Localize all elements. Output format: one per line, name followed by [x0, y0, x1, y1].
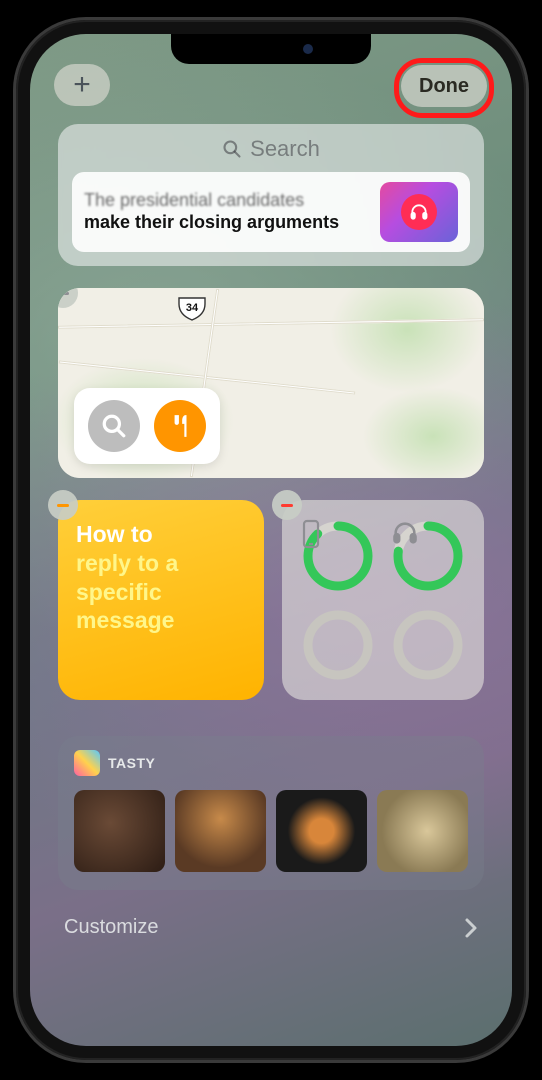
news-headline: The presidential candidates make their c…	[84, 190, 370, 233]
search-icon	[222, 139, 242, 159]
remove-widget-button[interactable]	[48, 490, 78, 520]
fork-knife-icon	[167, 413, 193, 439]
recipe-thumbnail[interactable]	[276, 790, 367, 872]
done-button-highlight: Done	[394, 58, 494, 118]
news-line2: make their closing arguments	[84, 212, 370, 234]
customize-label: Customize	[64, 916, 158, 939]
tasty-title: TASTY	[108, 755, 155, 771]
search-placeholder: Search	[250, 136, 320, 162]
news-thumbnail	[380, 182, 458, 242]
news-widget[interactable]: The presidential candidates make their c…	[72, 172, 470, 252]
done-button-label: Done	[419, 75, 469, 98]
screen: + Done Search The presid	[30, 34, 512, 1046]
minus-icon	[57, 504, 69, 507]
tasty-header: TASTY	[74, 750, 468, 776]
content-area: Search The presidential candidates make …	[30, 124, 512, 1046]
search-icon	[101, 413, 127, 439]
battery-ring-phone	[301, 519, 375, 593]
notes-widget[interactable]: How to reply to a specific message	[58, 500, 264, 700]
widget-row: How to reply to a specific message	[58, 500, 484, 700]
recipe-thumbnail[interactable]	[74, 790, 165, 872]
phone-icon	[301, 519, 375, 593]
notes-text-line: How to	[76, 520, 246, 549]
battery-ring-headphones	[391, 519, 465, 593]
notes-text-line: specific	[76, 578, 246, 607]
battery-ring-empty	[391, 608, 465, 682]
recipe-thumbnail[interactable]	[377, 790, 468, 872]
tasty-logo-icon	[74, 750, 100, 776]
batteries-widget[interactable]	[282, 500, 484, 700]
route-shield-icon: 34	[177, 296, 207, 322]
headphones-icon	[391, 519, 465, 593]
notch	[171, 34, 371, 64]
search-card: Search The presidential candidates make …	[58, 124, 484, 266]
plus-icon: +	[73, 68, 91, 102]
top-bar: + Done	[30, 64, 512, 118]
recipe-thumbnail[interactable]	[175, 790, 266, 872]
device-frame: + Done Search The presid	[16, 20, 526, 1060]
done-button[interactable]: Done	[401, 65, 487, 107]
minus-icon	[58, 292, 69, 295]
minus-icon	[281, 504, 293, 507]
maps-search-button[interactable]	[88, 400, 140, 452]
tasty-thumbnails	[74, 790, 468, 872]
remove-widget-button[interactable]	[272, 490, 302, 520]
tasty-card[interactable]: TASTY	[58, 736, 484, 890]
chevron-right-icon	[464, 917, 478, 939]
svg-text:34: 34	[186, 302, 199, 314]
maps-widget[interactable]: 34	[58, 288, 484, 478]
headphones-icon	[401, 194, 437, 230]
battery-ring-empty	[301, 608, 375, 682]
maps-food-button[interactable]	[154, 400, 206, 452]
notes-text-line: reply to a	[76, 549, 246, 578]
search-field[interactable]: Search	[72, 136, 470, 162]
maps-quick-actions	[74, 388, 220, 464]
add-widget-button[interactable]: +	[54, 64, 110, 106]
notes-text-line: message	[76, 606, 246, 635]
customize-button[interactable]: Customize	[58, 916, 484, 939]
news-line1: The presidential candidates	[84, 190, 370, 212]
